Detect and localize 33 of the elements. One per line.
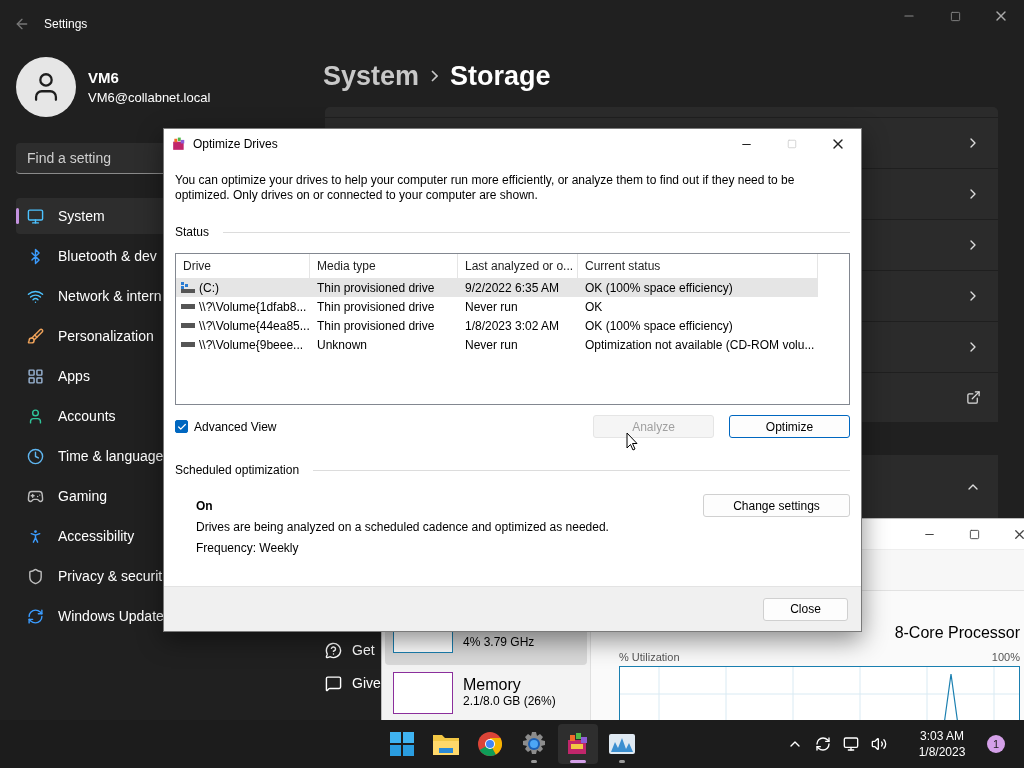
chart-label: % Utilization: [619, 651, 680, 663]
table-cell: \\?\Volume{1dfab8...: [199, 299, 307, 314]
table-cell: OK (100% space efficiency): [585, 318, 733, 333]
table-cell: Thin provisioned drive: [317, 318, 435, 333]
dialog-title: Optimize Drives: [193, 137, 278, 151]
table-cell: Unknown: [317, 337, 368, 352]
user-email: VM6@collabnet.local: [88, 90, 211, 105]
table-cell: (C:): [199, 280, 219, 295]
processor-name: 8-Core Processor: [894, 623, 1020, 643]
schedule-description: Drives are being analyzed on a scheduled cadence and optimized as needed.: [196, 520, 609, 535]
table-cell: \\?\Volume{44ea85...: [199, 318, 310, 333]
window-title: Settings: [44, 17, 88, 31]
resource-name: Memory: [463, 676, 522, 694]
table-cell: OK (100% space efficiency): [585, 280, 733, 295]
resource-detail: 2.1/8.0 GB (26%): [463, 694, 556, 708]
table-cell: OK: [585, 299, 603, 314]
breadcrumb-item: Storage: [450, 60, 551, 92]
section-label: Scheduled optimization: [175, 463, 300, 478]
intro-text: You can optimize your drives to help your computer run more efficiently, or analyze them to find out if they need to be optimized. Only drives on or connected to your computer are shown.: [175, 173, 796, 203]
table-cell: \\?\Volume{9beee...: [199, 337, 304, 352]
user-name: VM6: [88, 69, 120, 86]
table-cell: 9/2/2022 6:35 AM: [465, 280, 560, 295]
table-cell: Thin provisioned drive: [317, 299, 435, 314]
schedule-frequency: Frequency: Weekly: [196, 541, 300, 556]
schedule-state: On: [196, 499, 214, 514]
table-cell: Optimization not available (CD-ROM volu...: [585, 337, 815, 352]
section-label: Status: [175, 225, 210, 240]
resource-detail: 4% 3.79 GHz: [463, 635, 535, 649]
table-cell: Thin provisioned drive: [317, 280, 435, 295]
table-cell: 1/8/2023 3:02 AM: [465, 318, 560, 333]
table-cell: Never run: [465, 337, 518, 352]
table-cell: Never run: [465, 299, 518, 314]
chart-max-label: 100%: [991, 651, 1020, 663]
